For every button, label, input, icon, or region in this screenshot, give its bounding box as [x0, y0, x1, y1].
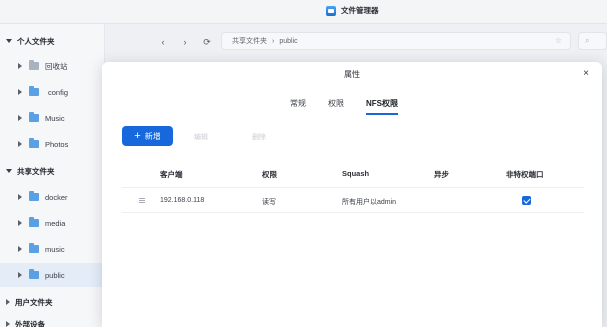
drag-handle-icon[interactable] — [139, 198, 145, 203]
chevron-right-icon[interactable] — [18, 115, 22, 121]
toolbar: ‹ › ⟳ 共享文件夹 › public ☆ ⌕ — [105, 24, 607, 60]
breadcrumb-item[interactable]: 共享文件夹 — [232, 36, 267, 46]
column-header-client[interactable]: 客户端 — [160, 169, 183, 180]
search-icon[interactable]: ⌕ — [578, 32, 607, 50]
nonprivileged-port-checkbox[interactable] — [522, 196, 531, 205]
sidebar-section-personal[interactable]: 个人文件夹 — [6, 34, 55, 48]
chevron-right-icon — [6, 299, 10, 305]
chevron-right-icon[interactable] — [18, 141, 22, 147]
sidebar-section-label: 个人文件夹 — [17, 36, 55, 46]
back-icon[interactable]: ‹ — [157, 36, 169, 48]
sidebar-item-music[interactable]: music — [0, 237, 104, 261]
sidebar-item-media[interactable]: media — [0, 211, 104, 235]
chevron-right-icon[interactable] — [18, 272, 22, 278]
chevron-down-icon — [6, 39, 12, 43]
column-header-permission[interactable]: 权限 — [262, 169, 277, 180]
sidebar-item-label: media — [45, 218, 66, 228]
cell-squash: 所有用户以admin — [342, 199, 397, 206]
tab-nfs-permissions[interactable]: NFS权限 — [366, 98, 398, 115]
sidebar-section-external[interactable]: 外部设备 — [6, 317, 45, 327]
tab-permissions[interactable]: 权限 — [328, 98, 344, 115]
add-button[interactable]: + 新增 — [122, 126, 173, 146]
properties-dialog: 属性 × 常规 权限 NFS权限 + 新增 编辑 删除 客户端 权限 Squas… — [102, 62, 602, 327]
add-button-label: 新增 — [144, 131, 161, 141]
chevron-right-icon — [6, 321, 10, 327]
chevron-right-icon[interactable] — [18, 89, 22, 95]
folder-icon — [29, 243, 39, 253]
forward-icon[interactable]: › — [179, 36, 191, 48]
sidebar-item-label: 回收站 — [45, 61, 68, 71]
column-header-nonprivileged-port[interactable]: 非特权端口 — [506, 169, 544, 180]
folder-icon — [29, 269, 39, 279]
sidebar-item-label: docker — [45, 192, 68, 202]
folder-icon — [29, 191, 39, 201]
folder-icon — [29, 112, 39, 122]
chevron-right-icon[interactable] — [18, 194, 22, 200]
sidebar-section-user[interactable]: 用户文件夹 — [6, 295, 53, 309]
edit-button[interactable]: 编辑 — [194, 132, 208, 142]
cell-client: 192.168.0.118 — [160, 197, 205, 204]
breadcrumb-separator: › — [272, 37, 275, 45]
sidebar-item-label: config — [48, 87, 69, 97]
delete-button[interactable]: 删除 — [252, 132, 266, 142]
star-icon[interactable]: ☆ — [555, 36, 562, 45]
dialog-title: 属性 — [344, 70, 360, 79]
sidebar-item-config[interactable]: config — [0, 80, 104, 104]
path-bar[interactable]: 共享文件夹 › public ☆ — [221, 32, 571, 50]
sidebar-section-shared[interactable]: 共享文件夹 — [6, 164, 55, 178]
folder-icon — [29, 86, 39, 96]
sidebar-section-label: 外部设备 — [15, 319, 45, 327]
folder-icon — [29, 217, 39, 227]
column-header-async[interactable]: 异步 — [434, 169, 449, 180]
sidebar-item-public[interactable]: public — [0, 263, 104, 287]
breadcrumb-item[interactable]: public — [279, 38, 297, 45]
trash-folder-icon — [29, 60, 39, 70]
close-icon[interactable]: × — [583, 68, 589, 79]
chevron-right-icon[interactable] — [18, 246, 22, 252]
column-header-squash[interactable]: Squash — [342, 169, 369, 178]
sidebar-item-label: public — [45, 270, 65, 280]
tab-general[interactable]: 常规 — [290, 98, 306, 115]
sidebar-item-label: music — [45, 244, 65, 254]
sidebar-item-photos[interactable]: Photos — [0, 132, 104, 156]
file-manager-icon — [326, 5, 336, 16]
sidebar: 个人文件夹 回收站 config Music Photos 共享文件夹 dock… — [0, 24, 105, 327]
chevron-right-icon[interactable] — [18, 63, 22, 69]
plus-icon: + — [134, 130, 141, 142]
sidebar-item-music-personal[interactable]: Music — [0, 106, 104, 130]
cell-permission: 读写 — [262, 199, 276, 206]
dialog-tabs: 常规 权限 NFS权限 — [290, 98, 398, 115]
sidebar-item-docker[interactable]: docker — [0, 185, 104, 209]
chevron-right-icon[interactable] — [18, 220, 22, 226]
sidebar-item-label: Music — [45, 113, 65, 123]
sidebar-section-label: 用户文件夹 — [15, 297, 53, 307]
sidebar-item-recycle[interactable]: 回收站 — [0, 54, 104, 78]
folder-icon — [29, 138, 39, 148]
window-titlebar: 文件管理器 — [0, 0, 607, 24]
chevron-down-icon — [6, 169, 12, 173]
refresh-icon[interactable]: ⟳ — [201, 36, 213, 48]
sidebar-item-label: Photos — [45, 139, 69, 149]
app-title-text: 文件管理器 — [341, 6, 379, 15]
sidebar-section-label: 共享文件夹 — [17, 166, 55, 176]
app-title: 文件管理器 — [326, 5, 379, 16]
